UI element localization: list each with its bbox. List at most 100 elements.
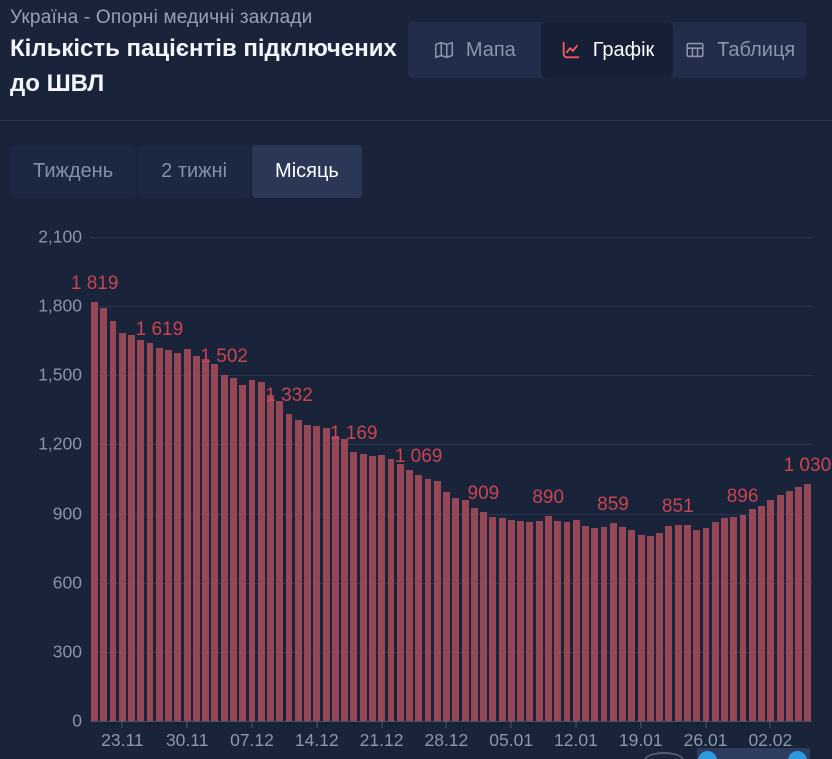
bar[interactable] (703, 528, 710, 721)
bar[interactable] (332, 436, 339, 721)
bar[interactable] (230, 378, 237, 721)
bar[interactable] (489, 517, 496, 721)
period-two-weeks-button[interactable]: 2 тижні (138, 145, 250, 198)
x-axis-label: 23.11 (101, 730, 144, 751)
bar[interactable] (601, 527, 608, 721)
bar-value-label: 896 (727, 486, 759, 508)
bar[interactable] (471, 508, 478, 721)
tab-map[interactable]: Мапа (408, 22, 541, 78)
bar[interactable] (526, 522, 533, 721)
tab-table[interactable]: Таблиця (673, 22, 806, 78)
bar[interactable] (443, 492, 450, 721)
bar[interactable] (128, 335, 135, 721)
bar-value-label: 1 332 (265, 385, 313, 407)
bar[interactable] (693, 530, 700, 721)
bar[interactable] (499, 518, 506, 721)
bar-value-label: 1 619 (136, 319, 184, 341)
bar[interactable] (767, 500, 774, 721)
bar[interactable] (286, 414, 293, 721)
bar[interactable] (137, 340, 144, 721)
bar[interactable] (591, 528, 598, 721)
bar[interactable] (119, 333, 126, 721)
bar[interactable] (313, 426, 320, 721)
bar[interactable] (100, 308, 107, 721)
bar[interactable] (434, 481, 441, 721)
bar[interactable] (758, 506, 765, 721)
bar[interactable] (675, 525, 682, 721)
bar[interactable] (480, 512, 487, 722)
tab-table-label: Таблиця (717, 39, 795, 62)
bar[interactable] (665, 526, 672, 721)
bar[interactable] (184, 349, 191, 721)
bar[interactable] (91, 302, 98, 721)
x-axis-tick (511, 721, 512, 728)
bar[interactable] (712, 522, 719, 721)
x-axis-tick (770, 721, 771, 728)
bar[interactable] (749, 509, 756, 721)
bar[interactable] (415, 475, 422, 721)
tab-chart[interactable]: Графік (541, 22, 674, 78)
bar[interactable] (165, 350, 172, 721)
bar[interactable] (406, 470, 413, 721)
bar[interactable] (360, 454, 367, 721)
bar[interactable] (545, 516, 552, 721)
bar[interactable] (638, 535, 645, 721)
bar[interactable] (388, 459, 395, 721)
period-month-button[interactable]: Місяць (252, 145, 362, 198)
bar[interactable] (777, 495, 784, 721)
range-slider-grip[interactable] (644, 752, 684, 759)
bar-value-label: 1 819 (71, 273, 119, 295)
bar[interactable] (249, 380, 256, 721)
bar[interactable] (341, 439, 348, 721)
y-axis: 03006009001,2001,5001,8002,100 (0, 237, 82, 721)
bar[interactable] (295, 420, 302, 721)
x-axis-tick (705, 721, 706, 728)
bar[interactable] (202, 359, 209, 721)
bar-value-label: 909 (468, 483, 500, 505)
bar[interactable] (110, 321, 117, 721)
bar[interactable] (740, 515, 747, 722)
bar[interactable] (804, 484, 811, 721)
bar[interactable] (378, 455, 385, 721)
bar[interactable] (193, 356, 200, 721)
bar[interactable] (610, 523, 617, 721)
bar[interactable] (304, 425, 311, 721)
bar[interactable] (684, 525, 691, 721)
bar[interactable] (628, 530, 635, 721)
bar[interactable] (721, 518, 728, 721)
bar[interactable] (156, 348, 163, 721)
bar[interactable] (573, 520, 580, 721)
bar[interactable] (323, 428, 330, 721)
x-axis-tick (316, 721, 317, 728)
bar[interactable] (147, 343, 154, 721)
y-axis-label: 600 (53, 572, 82, 593)
bar[interactable] (397, 464, 404, 721)
bar[interactable] (350, 452, 357, 721)
bar[interactable] (554, 521, 561, 722)
bar[interactable] (462, 500, 469, 721)
bar[interactable] (582, 526, 589, 721)
bar[interactable] (452, 498, 459, 721)
bar[interactable] (786, 491, 793, 721)
bar[interactable] (211, 364, 218, 721)
bar[interactable] (564, 522, 571, 721)
period-week-button[interactable]: Тиждень (10, 145, 136, 198)
bar[interactable] (425, 479, 432, 721)
bar[interactable] (656, 533, 663, 721)
bar[interactable] (267, 395, 274, 721)
bar[interactable] (517, 521, 524, 721)
bar[interactable] (221, 375, 228, 721)
bar[interactable] (730, 517, 737, 721)
bar[interactable] (795, 487, 802, 721)
map-icon (433, 39, 455, 61)
bar[interactable] (647, 536, 654, 721)
bar[interactable] (276, 401, 283, 721)
bar[interactable] (239, 385, 246, 721)
bar[interactable] (174, 353, 181, 721)
bar[interactable] (508, 520, 515, 721)
bar[interactable] (258, 382, 265, 721)
bar[interactable] (536, 521, 543, 722)
x-axis-tick (640, 721, 641, 728)
bar[interactable] (369, 456, 376, 721)
bar[interactable] (619, 527, 626, 721)
